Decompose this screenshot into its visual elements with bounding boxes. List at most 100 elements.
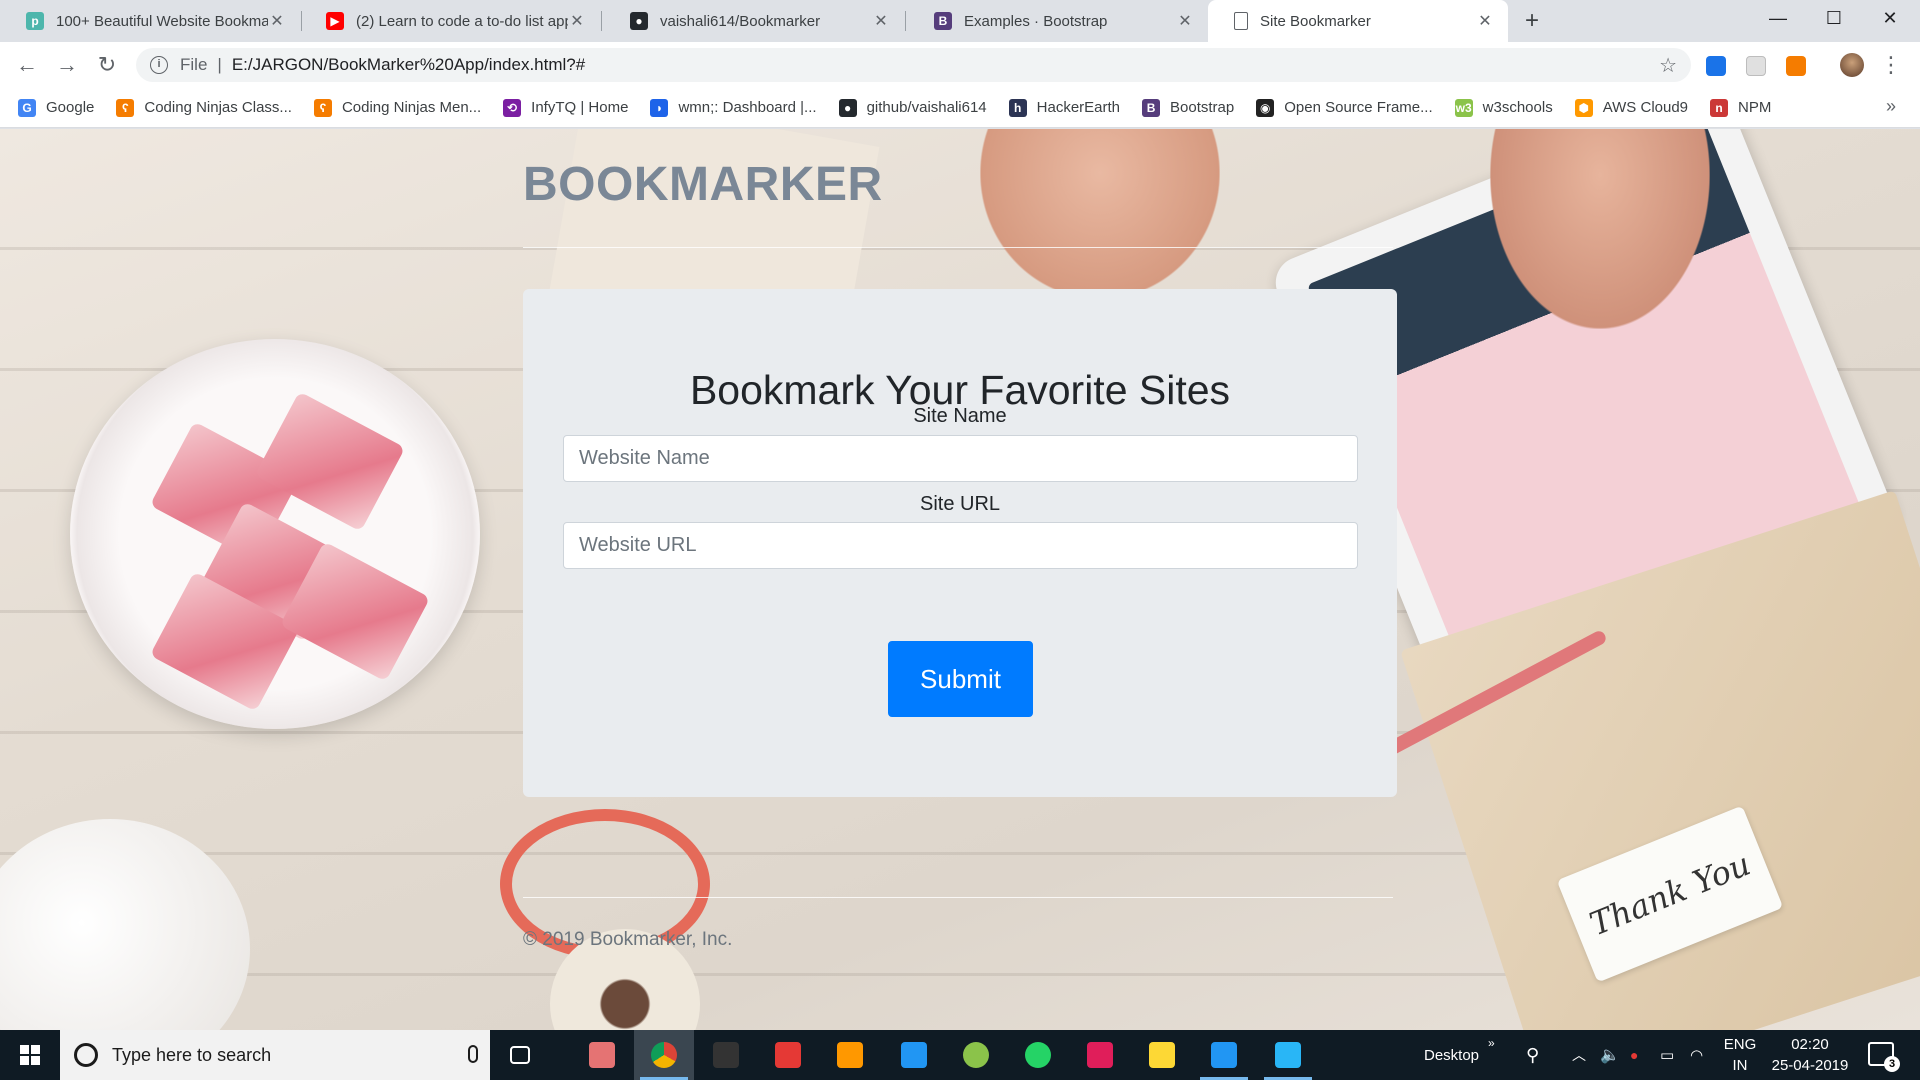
language-code: ENG <box>1723 1036 1757 1053</box>
clock-time: 02:20 <box>1791 1036 1829 1053</box>
action-center-icon[interactable]: 3 <box>1868 1042 1900 1072</box>
bookmark-item[interactable]: n NPM <box>1710 98 1772 117</box>
vscode-taskbar-button[interactable] <box>1194 1030 1254 1080</box>
snipping-tool-icon <box>1275 1042 1301 1068</box>
bookmark-form-card: Bookmark Your Favorite Sites Site Name S… <box>523 289 1397 797</box>
submit-button[interactable]: Submit <box>888 641 1033 717</box>
extension-icon[interactable] <box>1746 56 1766 76</box>
close-tab-icon[interactable]: ✕ <box>1476 11 1494 31</box>
menu-kebab-icon[interactable]: ⋮ <box>1880 50 1902 80</box>
reload-icon[interactable]: ↻ <box>92 50 122 80</box>
background-teapot <box>0 819 250 1030</box>
microphone-icon[interactable] <box>468 1045 478 1063</box>
page-icon <box>1234 12 1248 30</box>
system-clock[interactable]: 02:20 25-04-2019 <box>1770 1034 1850 1076</box>
close-tab-icon[interactable]: ✕ <box>1176 11 1194 31</box>
bookmark-item[interactable]: ⬢ AWS Cloud9 <box>1574 98 1688 117</box>
app-grid-icon <box>775 1042 801 1068</box>
bookmark-label: Coding Ninjas Men... <box>341 99 482 116</box>
minimize-button[interactable]: — <box>1750 0 1806 36</box>
paint-taskbar-button[interactable] <box>572 1030 632 1080</box>
bookmark-item[interactable]: ⟲ InfyTQ | Home <box>503 98 628 117</box>
bookmark-item[interactable]: w3 w3schools <box>1454 98 1553 117</box>
bootstrap-icon: B <box>934 12 952 30</box>
bookmark-label: Bootstrap <box>1170 99 1235 116</box>
bookmark-label: NPM <box>1738 99 1772 116</box>
chrome-icon <box>651 1042 677 1068</box>
opensource-icon: ◉ <box>1256 98 1275 117</box>
chrome-taskbar-button[interactable] <box>634 1030 694 1080</box>
browser-tab[interactable]: ● vaishali614/Bookmarker ✕ <box>604 0 904 42</box>
bookmark-item[interactable]: ◗ wmn;: Dashboard |... <box>650 98 817 117</box>
show-hidden-icons-icon[interactable]: ︿ <box>1572 1030 1586 1080</box>
profile-avatar[interactable] <box>1840 53 1864 77</box>
slack-taskbar-button[interactable] <box>1070 1030 1130 1080</box>
forward-arrow-icon[interactable]: → <box>52 50 82 80</box>
vscode-icon <box>1211 1042 1237 1068</box>
taskbar-search-placeholder: Type here to search <box>112 1044 272 1065</box>
site-url-input[interactable] <box>563 522 1358 569</box>
bookmark-label: HackerEarth <box>1036 99 1121 116</box>
tab-title: 100+ Beautiful Website Bookmar <box>56 12 268 30</box>
brand-title[interactable]: BOOKMARKER <box>523 157 883 212</box>
terminal-icon <box>713 1042 739 1068</box>
bookmark-item[interactable]: ● github/vaishali614 <box>838 98 987 117</box>
snipping-tool-taskbar-button[interactable] <box>1258 1030 1318 1080</box>
desktop-expand-icon[interactable]: » <box>1488 1018 1495 1068</box>
app-grid-taskbar-button[interactable] <box>758 1030 818 1080</box>
url-text[interactable]: E:/JARGON/BookMarker%20App/index.html?# <box>232 55 585 75</box>
tab-title: Site Bookmarker <box>1260 12 1371 30</box>
new-tab-button[interactable]: + <box>1518 8 1546 36</box>
bookmarks-bar: G Google ʕ Coding Ninjas Class... ʕ Coding Ni… <box>0 88 1920 128</box>
infytq-icon: ⟲ <box>503 98 522 117</box>
bookmark-item[interactable]: ʕ Coding Ninjas Men... <box>313 98 482 117</box>
browser-tab[interactable]: p 100+ Beautiful Website Bookmar ✕ <box>0 0 300 42</box>
info-icon[interactable]: i <box>150 56 168 74</box>
bookmark-item[interactable]: B Bootstrap <box>1142 98 1235 117</box>
volume-icon[interactable]: 🔈 <box>1600 1030 1620 1080</box>
browser-tab[interactable]: Site Bookmarker ✕ <box>1208 0 1508 42</box>
bookmark-item[interactable]: G Google <box>18 98 95 117</box>
site-name-label: Site Name <box>913 405 1007 427</box>
browser-tab[interactable]: ▶ (2) Learn to code a to-do list app ✕ <box>300 0 600 42</box>
coding-ninjas-icon: ʕ <box>116 98 135 117</box>
close-tab-icon[interactable]: ✕ <box>872 11 890 31</box>
address-bar[interactable]: i File | E:/JARGON/BookMarker%20App/inde… <box>136 48 1691 82</box>
vscode-taskbar-button[interactable] <box>884 1030 944 1080</box>
antivirus-icon[interactable]: ● <box>1630 1030 1638 1080</box>
tab-title: vaishali614/Bookmarker <box>660 12 821 30</box>
people-icon[interactable]: ⚲ <box>1526 1030 1539 1080</box>
whatsapp-taskbar-button[interactable] <box>1008 1030 1068 1080</box>
browser-tab[interactable]: B Examples · Bootstrap ✕ <box>908 0 1208 42</box>
bookmark-item[interactable]: ʕ Coding Ninjas Class... <box>116 98 292 117</box>
battery-icon[interactable]: ▭ <box>1660 1030 1674 1080</box>
close-tab-icon[interactable]: ✕ <box>568 11 586 31</box>
start-button[interactable] <box>0 1030 60 1080</box>
bookmark-item[interactable]: ◉ Open Source Frame... <box>1256 98 1433 117</box>
page-container: BOOKMARKER Bookmark Your Favorite Sites … <box>523 129 1397 1030</box>
close-tab-icon[interactable]: ✕ <box>268 11 286 31</box>
sublime-text-taskbar-button[interactable] <box>820 1030 880 1080</box>
metamask-extension-icon[interactable] <box>1786 56 1806 76</box>
github-icon: ● <box>838 98 857 117</box>
language-indicator[interactable]: ENG IN <box>1720 1034 1760 1076</box>
wifi-icon[interactable]: ◠ <box>1690 1030 1703 1080</box>
terminal-taskbar-button[interactable] <box>696 1030 756 1080</box>
back-arrow-icon[interactable]: ← <box>12 50 42 80</box>
site-name-input[interactable] <box>563 435 1358 482</box>
translate-extension-icon[interactable] <box>1706 56 1726 76</box>
taskbar-search-box[interactable]: Type here to search <box>60 1030 490 1080</box>
paint-icon <box>589 1042 615 1068</box>
w3schools-icon: w3 <box>1454 98 1473 117</box>
bookmark-item[interactable]: h HackerEarth <box>1008 98 1121 117</box>
file-explorer-taskbar-button[interactable] <box>1132 1030 1192 1080</box>
maximize-button[interactable]: ☐ <box>1806 0 1862 36</box>
close-window-button[interactable]: ✕ <box>1862 0 1918 36</box>
bookmark-star-icon[interactable]: ☆ <box>1659 53 1677 78</box>
npm-icon: n <box>1710 98 1729 117</box>
bookmarks-overflow-icon[interactable]: » <box>1886 96 1896 117</box>
bookmark-label: Google <box>46 99 95 116</box>
task-view-taskbar-button[interactable] <box>490 1030 550 1080</box>
nodejs-taskbar-button[interactable] <box>946 1030 1006 1080</box>
desktop-toolbar-label[interactable]: Desktop <box>1424 1030 1479 1080</box>
